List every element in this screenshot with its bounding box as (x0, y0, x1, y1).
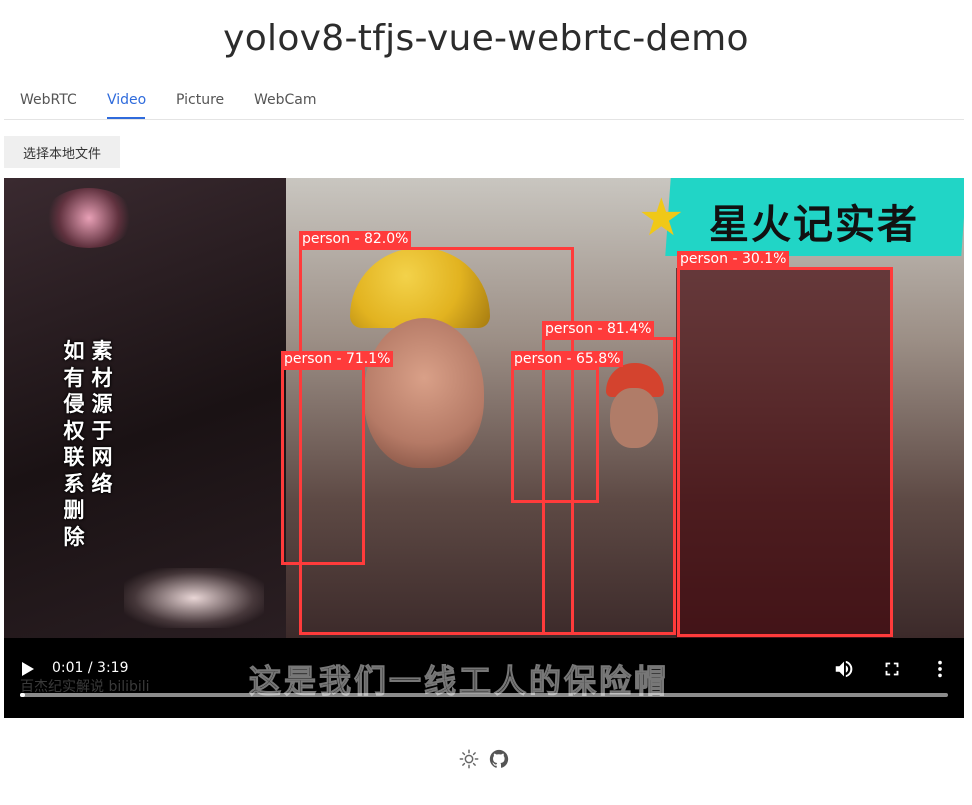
sun-icon[interactable] (458, 748, 480, 770)
tab-webrtc[interactable]: WebRTC (20, 92, 77, 108)
scene-light (124, 568, 264, 628)
time-display: 0:01 / 3:19 (52, 660, 129, 676)
more-vertical-icon[interactable] (929, 658, 951, 680)
detection-label: person - 71.1% (281, 351, 394, 367)
active-tab-indicator (107, 117, 145, 119)
detection-box (281, 367, 365, 565)
detection-label: person - 30.1% (677, 251, 790, 267)
video-progress-fill (20, 693, 25, 697)
channel-badge-text: 星火记实者 (709, 202, 919, 248)
vertical-caption-right: 素材源于网络 (91, 338, 113, 496)
vertical-caption-left: 如有侵权联系删除 (63, 338, 85, 549)
choose-local-file-button[interactable]: 选择本地文件 (4, 136, 120, 168)
star-icon: ★ (638, 188, 685, 248)
play-icon[interactable] (22, 662, 34, 676)
video-frame-left (4, 178, 286, 638)
detection-label: person - 81.4% (542, 321, 655, 337)
detection-box (511, 367, 599, 503)
detection-label: person - 65.8% (511, 351, 624, 367)
video-progress-bar[interactable] (20, 693, 948, 697)
detection-label: person - 82.0% (299, 231, 412, 247)
scene-light (44, 188, 134, 248)
video-player[interactable]: 如有侵权联系删除 素材源于网络 ★ 星火记实者 person - 82.0% p… (4, 178, 964, 718)
tab-picture[interactable]: Picture (176, 92, 224, 108)
github-icon[interactable] (488, 748, 510, 770)
volume-icon[interactable] (833, 658, 855, 680)
tab-video[interactable]: Video (107, 92, 146, 108)
page-title: yolov8-tfjs-vue-webrtc-demo (223, 18, 749, 59)
tab-webcam[interactable]: WebCam (254, 92, 317, 108)
tab-bar: WebRTC Video Picture WebCam (4, 82, 964, 120)
fullscreen-icon[interactable] (881, 658, 903, 680)
detection-box (677, 267, 893, 637)
